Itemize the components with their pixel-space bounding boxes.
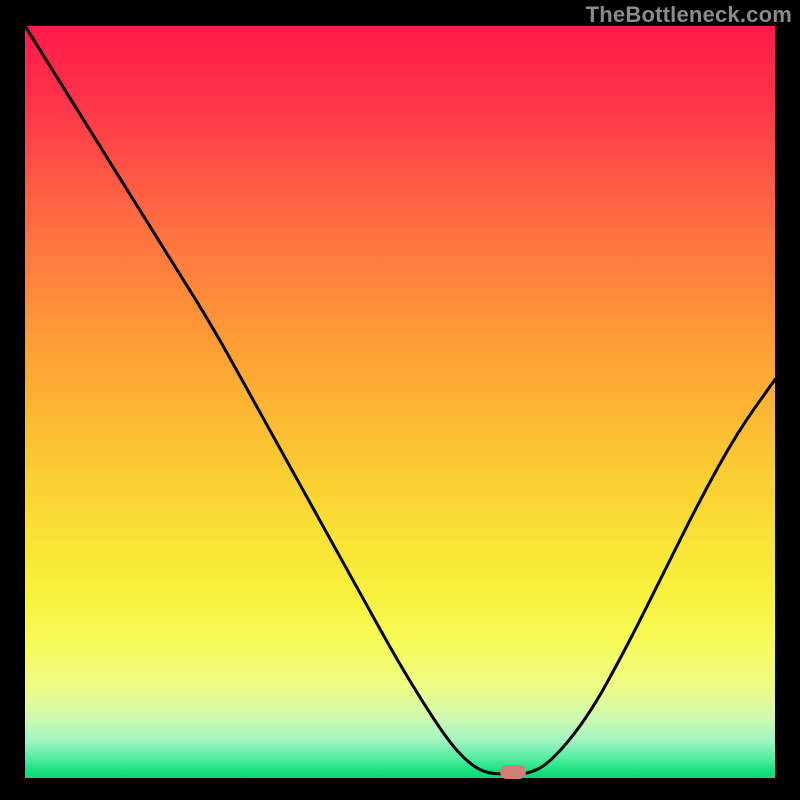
watermark-label: TheBottleneck.com (586, 2, 792, 28)
curve-path (25, 26, 775, 774)
plot-area (25, 26, 775, 778)
chart-stage: TheBottleneck.com (0, 0, 800, 800)
curve-marker (500, 765, 526, 779)
curve-svg (25, 26, 775, 778)
